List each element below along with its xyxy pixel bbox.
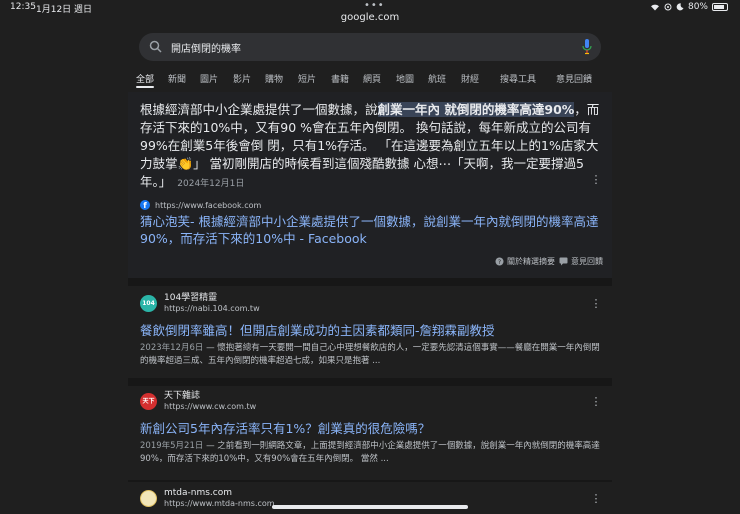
result-2-title[interactable]: 新創公司5年內存活率只有1%？創業真的很危險嗎？ bbox=[140, 418, 430, 437]
result-2-site-name: 天下雜誌 bbox=[164, 391, 201, 401]
moon-icon bbox=[676, 3, 684, 11]
tab-maps[interactable]: 地圖 bbox=[396, 72, 414, 85]
result-2-desc: 2019年5月21日 — 之前看到一則網路文章，上面提到經濟部中小企業處提供了一… bbox=[140, 440, 600, 466]
result-2-url: https://www.cw.com.tw bbox=[164, 402, 257, 411]
result-1-url: https://nabi.104.com.tw bbox=[164, 304, 260, 313]
result-3-url: https://www.mtda-nms.com bbox=[164, 499, 275, 508]
featured-source-url[interactable]: https://www.facebook.com bbox=[155, 201, 261, 210]
location-icon bbox=[664, 3, 672, 11]
home-indicator[interactable] bbox=[272, 505, 468, 509]
active-tab-underline bbox=[136, 86, 154, 88]
result-1-desc: 2023年12月6日 — 懷抱著總有一天要開一間自己心中理想餐飲店的人，一定要先… bbox=[140, 342, 600, 368]
result-2-site[interactable]: 天下 天下雜誌 https://www.cw.com.tw bbox=[140, 391, 256, 412]
feedback-icon bbox=[559, 257, 568, 266]
about-snippet-link[interactable]: ? 關於精選摘要 bbox=[495, 256, 555, 267]
tab-shopping[interactable]: 購物 bbox=[265, 72, 283, 85]
snippet-feedback-link[interactable]: 意見回饋 bbox=[559, 256, 603, 267]
tab-images[interactable]: 圖片 bbox=[200, 72, 218, 85]
result-3-more-icon[interactable]: ⋮ bbox=[590, 493, 602, 504]
battery-percent: 80% bbox=[687, 2, 708, 12]
search-bar[interactable]: 開店倒閉的機率 bbox=[139, 33, 601, 61]
result-1-more-icon[interactable]: ⋮ bbox=[590, 298, 602, 309]
about-snippet-label: 關於精選摘要 bbox=[507, 257, 555, 266]
status-right: 80% bbox=[650, 2, 728, 12]
snippet-date: 2024年12月1日 bbox=[177, 179, 245, 189]
tab-all[interactable]: 全部 bbox=[136, 72, 154, 85]
facebook-icon: f bbox=[140, 200, 150, 210]
result-1-date: 2023年12月6日 bbox=[140, 343, 204, 353]
svg-text:?: ? bbox=[498, 259, 501, 266]
wifi-icon bbox=[650, 4, 659, 11]
result-2-snippet: — 之前看到一則網路文章，上面提到經濟部中小企業處提供了一個數據，說創業一年內就… bbox=[140, 441, 600, 464]
result-2-date: 2019年5月21日 bbox=[140, 441, 204, 451]
tab-shorts[interactable]: 短片 bbox=[298, 72, 316, 85]
search-icon[interactable] bbox=[149, 40, 162, 53]
site-mtda-icon bbox=[140, 490, 157, 507]
result-1-snippet: — 懷抱著總有一天要開一間自己心中理想餐飲店的人，一定要先認清這個事實——餐廳在… bbox=[140, 343, 600, 366]
result-3-site-name: mtda-nms.com bbox=[164, 488, 233, 498]
result-2-more-icon[interactable]: ⋮ bbox=[590, 396, 602, 407]
result-3-site[interactable]: mtda-nms.com https://www.mtda-nms.com bbox=[140, 488, 275, 509]
tab-web[interactable]: 網頁 bbox=[363, 72, 381, 85]
battery-icon bbox=[712, 3, 728, 11]
featured-source[interactable]: f https://www.facebook.com bbox=[140, 200, 261, 210]
tab-videos[interactable]: 影片 bbox=[233, 72, 251, 85]
battery-fill bbox=[714, 5, 724, 9]
snippet-feedback-label: 意見回饋 bbox=[571, 257, 603, 266]
help-icon: ? bbox=[495, 257, 504, 266]
result-1-site[interactable]: 104 104學習精靈 https://nabi.104.com.tw bbox=[140, 293, 260, 314]
result-divider bbox=[128, 278, 612, 286]
result-divider bbox=[128, 378, 612, 386]
status-time: 12:35 bbox=[10, 2, 36, 12]
tab-search-tools[interactable]: 搜尋工具 bbox=[500, 72, 536, 85]
snippet-more-icon[interactable]: ⋮ bbox=[590, 174, 602, 185]
tab-news[interactable]: 新聞 bbox=[168, 72, 186, 85]
tab-finance[interactable]: 財經 bbox=[461, 72, 479, 85]
featured-result-title[interactable]: 猜心泡芙- 根據經濟部中小企業處提供了一個數據，說創業一年內就倒閉的機率高達90… bbox=[140, 213, 600, 247]
featured-snippet-text: 根據經濟部中小企業處提供了一個數據，說創業一年內 就倒閉的機率高達90%，而存活… bbox=[140, 101, 600, 193]
tab-feedback[interactable]: 意見回饋 bbox=[556, 72, 592, 85]
tab-books[interactable]: 書籍 bbox=[331, 72, 349, 85]
search-input[interactable]: 開店倒閉的機率 bbox=[171, 40, 241, 55]
multitask-dots-icon[interactable]: ••• bbox=[364, 0, 385, 11]
microphone-icon[interactable] bbox=[582, 39, 592, 55]
snippet-highlight: 創業一年內 就倒閉的機率高達90% bbox=[377, 102, 575, 117]
tab-flights[interactable]: 航班 bbox=[428, 72, 446, 85]
result-1-title[interactable]: 餐飲倒閉率雖高！但開店創業成功的主因素都類同-詹翔霖副教授 bbox=[140, 320, 495, 339]
result-1-site-name: 104學習精靈 bbox=[164, 293, 218, 303]
site-104-icon: 104 bbox=[140, 295, 157, 312]
snippet-text-before: 根據經濟部中小企業處提供了一個數據，說 bbox=[140, 102, 378, 117]
site-cw-icon: 天下 bbox=[140, 393, 157, 410]
browser-url[interactable]: google.com bbox=[0, 12, 740, 23]
